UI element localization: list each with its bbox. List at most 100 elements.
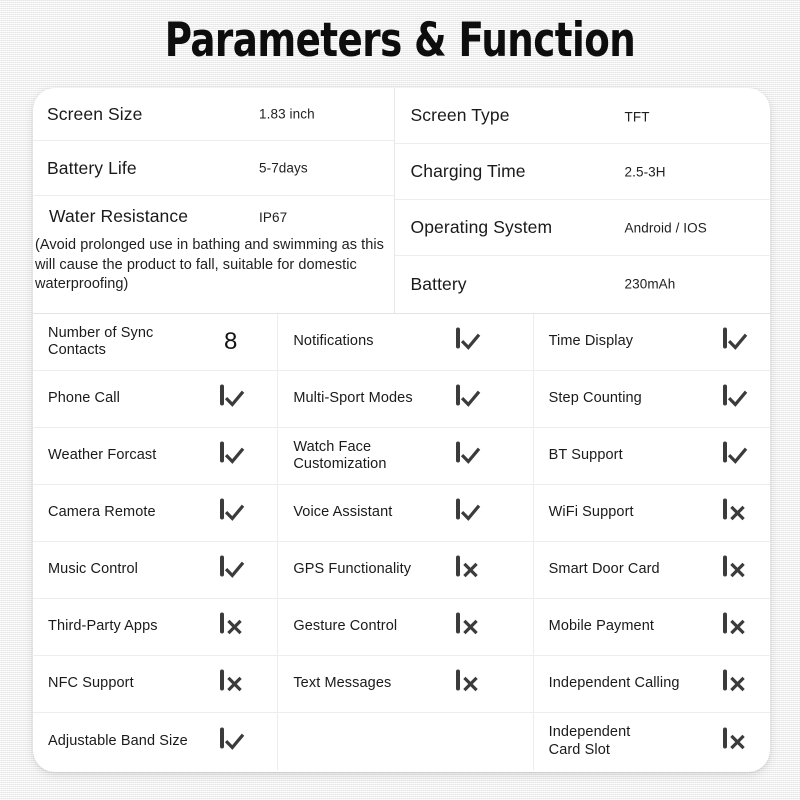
- feature-mark: [220, 727, 245, 754]
- spec-column-left: Screen Size 1.83 inch Battery Life 5-7da…: [33, 88, 394, 313]
- feature-row: BT Support: [533, 428, 770, 485]
- checkbox-checked-icon: [220, 727, 245, 750]
- feature-row: Independent Card Slot: [534, 713, 770, 770]
- feature-row: NFC Support: [33, 656, 278, 713]
- feature-mark: [220, 612, 245, 640]
- spec-label: Charging Time: [410, 161, 526, 181]
- feature-row: Time Display: [533, 314, 770, 371]
- spec-row-battery-life: Battery Life 5-7days: [33, 141, 394, 196]
- feature-mark: [723, 498, 748, 526]
- feature-row: Music Control: [33, 542, 278, 599]
- feature-row: Adjustable Band Size: [33, 713, 277, 770]
- feature-label: WiFi Support: [548, 504, 634, 521]
- spec-label: Operating System: [410, 217, 553, 237]
- checkbox-checked-icon: [220, 498, 245, 521]
- spec-label: Battery Life: [47, 157, 137, 178]
- spec-value: IP67: [259, 210, 288, 225]
- water-resistance-note: (Avoid prolonged use in bathing and swim…: [35, 237, 384, 292]
- feature-row: Weather Forcast: [33, 428, 278, 485]
- spec-label: Water Resistance: [49, 206, 189, 226]
- spec-sheet-page: Parameters & Function Screen Size 1.83 i…: [0, 0, 800, 800]
- feature-column-2: Notifications Multi-Sport Modes Watch Face…: [277, 314, 533, 770]
- checkbox-checked-icon: [220, 555, 245, 578]
- feature-label: Notifications: [293, 333, 374, 350]
- feature-mark: [723, 727, 748, 754]
- checkbox-crossed-icon: [455, 669, 478, 692]
- feature-label: Mobile Payment: [548, 618, 655, 635]
- spec-label: Screen Type: [410, 105, 510, 125]
- spec-row-screen-type: Screen Type TFT: [394, 88, 770, 144]
- feature-mark: [455, 612, 481, 640]
- checkbox-crossed-icon: [220, 669, 243, 692]
- feature-label: Music Control: [48, 561, 138, 578]
- checkbox-crossed-icon: [723, 612, 745, 635]
- checkbox-crossed-icon: [723, 669, 745, 692]
- feature-mark: [723, 612, 748, 640]
- spec-label: Battery: [410, 273, 467, 294]
- feature-label: Independent Card Slot: [548, 724, 631, 758]
- spec-row-water-resistance: Water Resistance IP67 (Avoid prolonged u…: [33, 196, 394, 313]
- checkbox-checked-icon: [220, 384, 245, 407]
- feature-label: Gesture Control: [293, 618, 398, 635]
- checkbox-crossed-icon: [455, 555, 478, 578]
- spec-value: TFT: [624, 109, 650, 125]
- feature-row: Number of Sync Contacts 8: [33, 314, 278, 371]
- checkbox-checked-icon: [455, 498, 480, 521]
- spec-row-charging-time: Charging Time 2.5-3H: [394, 144, 770, 200]
- feature-label: Third-Party Apps: [48, 618, 158, 635]
- feature-label: Independent Calling: [548, 675, 680, 692]
- feature-row: WiFi Support: [533, 485, 770, 542]
- feature-mark: [723, 441, 748, 469]
- feature-mark: [723, 669, 748, 697]
- feature-label: Text Messages: [293, 675, 392, 692]
- feature-row: Phone Call: [33, 371, 278, 428]
- feature-mark: [723, 384, 748, 412]
- feature-row: Watch Face Customization: [278, 428, 533, 485]
- checkbox-checked-icon: [455, 384, 480, 407]
- checkbox-checked-icon: [723, 384, 748, 407]
- checkbox-crossed-icon: [455, 612, 478, 635]
- feature-row: Third-Party Apps: [33, 599, 278, 656]
- feature-row: Independent Calling: [533, 656, 770, 713]
- spec-value: 5-7days: [259, 160, 308, 176]
- feature-label: Voice Assistant: [293, 504, 393, 521]
- feature-value-number: 8: [223, 328, 238, 355]
- specifications-section: Screen Size 1.83 inch Battery Life 5-7da…: [33, 88, 770, 313]
- feature-row: Multi-Sport Modes: [278, 371, 533, 428]
- feature-row: GPS Functionality: [278, 542, 533, 599]
- feature-mark: [220, 384, 245, 412]
- feature-mark: [455, 555, 481, 583]
- feature-label: Multi-Sport Modes: [293, 390, 413, 407]
- feature-mark: [455, 441, 481, 469]
- spec-label: Screen Size: [47, 103, 143, 124]
- feature-label: Phone Call: [48, 390, 120, 407]
- checkbox-crossed-icon: [723, 555, 745, 578]
- feature-mark: [455, 498, 481, 526]
- feature-row-empty: [278, 713, 532, 770]
- feature-label: NFC Support: [48, 675, 134, 692]
- feature-label: Smart Door Card: [548, 561, 660, 578]
- feature-label: Adjustable Band Size: [48, 732, 188, 749]
- feature-mark: [455, 327, 481, 355]
- feature-label: Camera Remote: [48, 504, 156, 521]
- feature-mark: [723, 327, 748, 355]
- feature-mark: [220, 441, 245, 469]
- spec-column-right: Screen Type TFT Charging Time 2.5-3H Ope…: [393, 88, 770, 313]
- checkbox-checked-icon: [220, 441, 245, 464]
- feature-row: Mobile Payment: [533, 599, 770, 656]
- feature-label: BT Support: [548, 447, 623, 464]
- feature-row: Camera Remote: [33, 485, 278, 542]
- feature-mark: [220, 555, 245, 583]
- feature-column-3: Time Display Step Counting BT Support WiFi …: [532, 314, 770, 770]
- feature-label: Time Display: [548, 333, 634, 350]
- feature-row: Gesture Control: [278, 599, 533, 656]
- spec-row-screen-size: Screen Size 1.83 inch: [33, 88, 394, 141]
- feature-mark: [723, 555, 748, 583]
- checkbox-crossed-icon: [220, 612, 243, 635]
- checkbox-checked-icon: [723, 441, 748, 464]
- features-section: Number of Sync Contacts 8 Phone Call Weathe…: [33, 313, 770, 770]
- spec-value: 2.5-3H: [624, 164, 666, 179]
- feature-label: Weather Forcast: [48, 447, 157, 464]
- spec-row-operating-system: Operating System Android / IOS: [394, 200, 770, 256]
- page-title: Parameters & Function: [164, 13, 636, 68]
